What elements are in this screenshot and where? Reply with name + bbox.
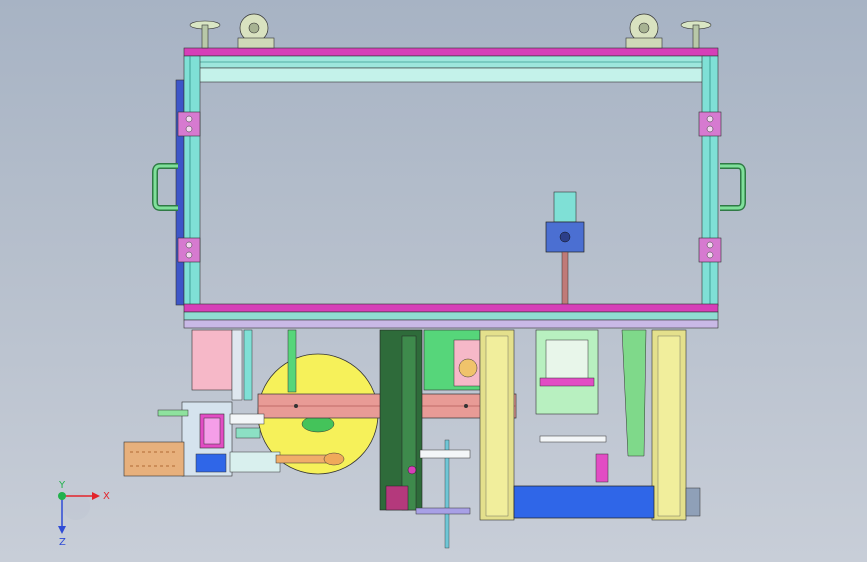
- right-post: [698, 55, 722, 307]
- axis-triad: X Y Z: [58, 480, 110, 548]
- leveling-foot-left: [189, 20, 221, 49]
- cad-viewport[interactable]: X Y Z: [0, 0, 867, 562]
- axis-y-label: Y: [58, 480, 66, 491]
- bottom-frame: [183, 303, 719, 329]
- vertical-shaft: [415, 439, 471, 549]
- handle-left: [152, 163, 178, 211]
- center-bracket: [535, 329, 609, 483]
- pink-block: [191, 329, 253, 401]
- assembly-model[interactable]: X Y Z: [0, 0, 867, 562]
- top-frame: [183, 47, 719, 83]
- axis-x-label: X: [103, 491, 110, 502]
- handle-right: [720, 163, 746, 211]
- caster-wheel-right: [625, 13, 663, 49]
- green-support-left: [287, 329, 297, 393]
- caster-wheel-left: [237, 13, 275, 49]
- yellow-leg-left: [479, 329, 515, 521]
- dark-green-column: [379, 329, 423, 511]
- vertical-motor: [545, 191, 585, 307]
- left-post: [175, 55, 201, 307]
- leveling-foot-right: [680, 20, 712, 49]
- axis-z-label: Z: [59, 537, 66, 548]
- center-motor-housing: [423, 329, 481, 391]
